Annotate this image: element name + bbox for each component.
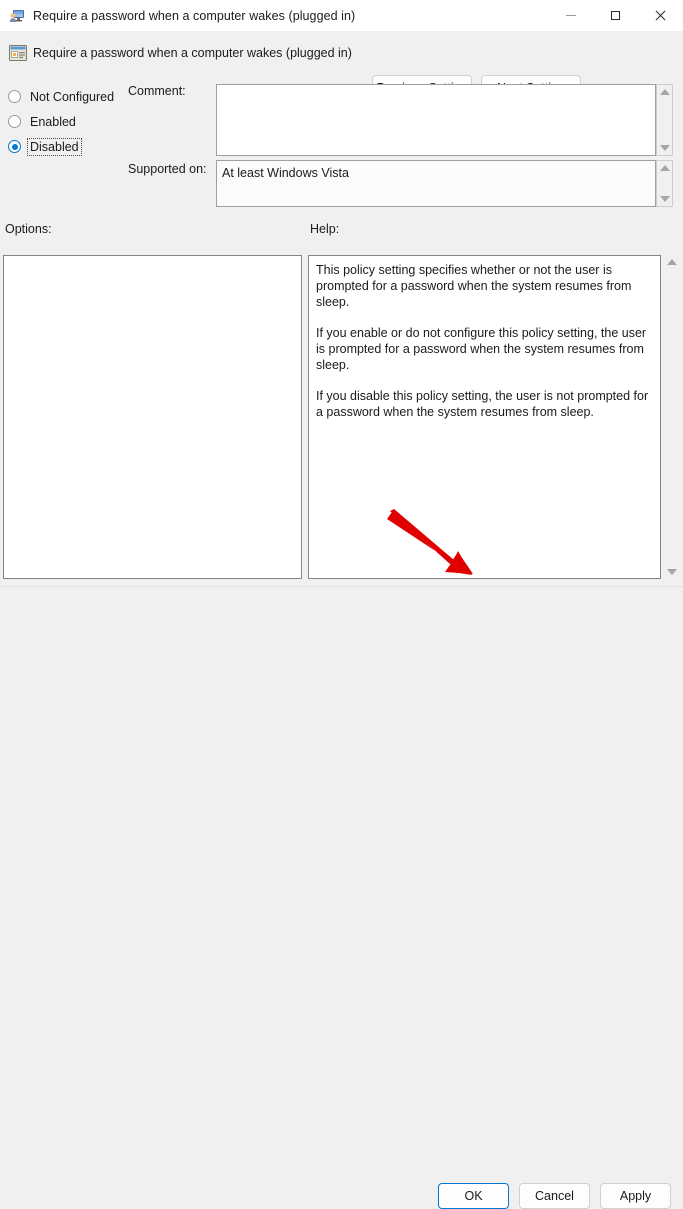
scroll-down-arrow-icon[interactable]	[660, 196, 670, 202]
scroll-up-arrow-icon[interactable]	[660, 89, 670, 95]
scroll-up-arrow-icon[interactable]	[667, 259, 677, 265]
window-title: Require a password when a computer wakes…	[33, 9, 355, 23]
comment-box[interactable]	[216, 84, 656, 156]
minimize-icon	[566, 15, 576, 16]
setting-header: Require a password when a computer wakes…	[0, 31, 683, 78]
scroll-down-arrow-icon[interactable]	[667, 569, 677, 575]
help-paragraph-3: If you disable this policy setting, the …	[316, 388, 652, 420]
help-scrollbar[interactable]	[663, 255, 680, 579]
scroll-down-arrow-icon[interactable]	[660, 145, 670, 151]
comment-input[interactable]	[217, 85, 655, 155]
radio-label-not-configured: Not Configured	[28, 89, 116, 105]
comment-scrollbar[interactable]	[656, 84, 673, 156]
help-panel: This policy setting specifies whether or…	[308, 255, 661, 579]
comment-label: Comment:	[128, 84, 186, 98]
maximize-button[interactable]	[593, 0, 638, 31]
policy-setting-window-icon	[8, 43, 28, 63]
cancel-button[interactable]: Cancel	[519, 1183, 590, 1209]
close-button[interactable]	[638, 0, 683, 31]
options-panel[interactable]	[3, 255, 302, 579]
supported-on-box: At least Windows Vista	[216, 160, 656, 207]
radio-circle-icon	[8, 90, 21, 103]
policy-setting-dialog: Require a password when a computer wakes…	[0, 0, 683, 636]
supported-on-scrollbar[interactable]	[656, 160, 673, 207]
radio-label-disabled: Disabled	[28, 139, 81, 155]
radio-circle-selected-icon	[8, 140, 21, 153]
policy-user-monitor-icon	[9, 8, 25, 24]
maximize-icon	[611, 11, 620, 20]
help-paragraph-2: If you enable or do not configure this p…	[316, 325, 652, 373]
close-icon	[655, 10, 666, 21]
help-label: Help:	[310, 222, 339, 236]
help-paragraph-1: This policy setting specifies whether or…	[316, 262, 652, 310]
radio-label-enabled: Enabled	[28, 114, 78, 130]
ok-button[interactable]: OK	[438, 1183, 509, 1209]
radio-not-configured[interactable]: Not Configured	[8, 84, 123, 109]
supported-on-value: At least Windows Vista	[222, 166, 349, 180]
policy-state-radio-group: Not Configured Enabled Disabled	[8, 84, 123, 159]
scroll-up-arrow-icon[interactable]	[660, 165, 670, 171]
help-text-content: This policy setting specifies whether or…	[309, 256, 660, 426]
setting-title: Require a password when a computer wakes…	[33, 46, 352, 60]
radio-circle-icon	[8, 115, 21, 128]
apply-button[interactable]: Apply	[600, 1183, 671, 1209]
title-bar: Require a password when a computer wakes…	[0, 0, 683, 31]
minimize-button[interactable]	[548, 0, 593, 31]
radio-disabled[interactable]: Disabled	[8, 134, 123, 159]
options-label: Options:	[5, 222, 52, 236]
caption-button-group	[548, 0, 683, 31]
footer-bar: OK Cancel Apply	[0, 587, 683, 636]
supported-on-label: Supported on:	[128, 162, 207, 176]
radio-enabled[interactable]: Enabled	[8, 109, 123, 134]
